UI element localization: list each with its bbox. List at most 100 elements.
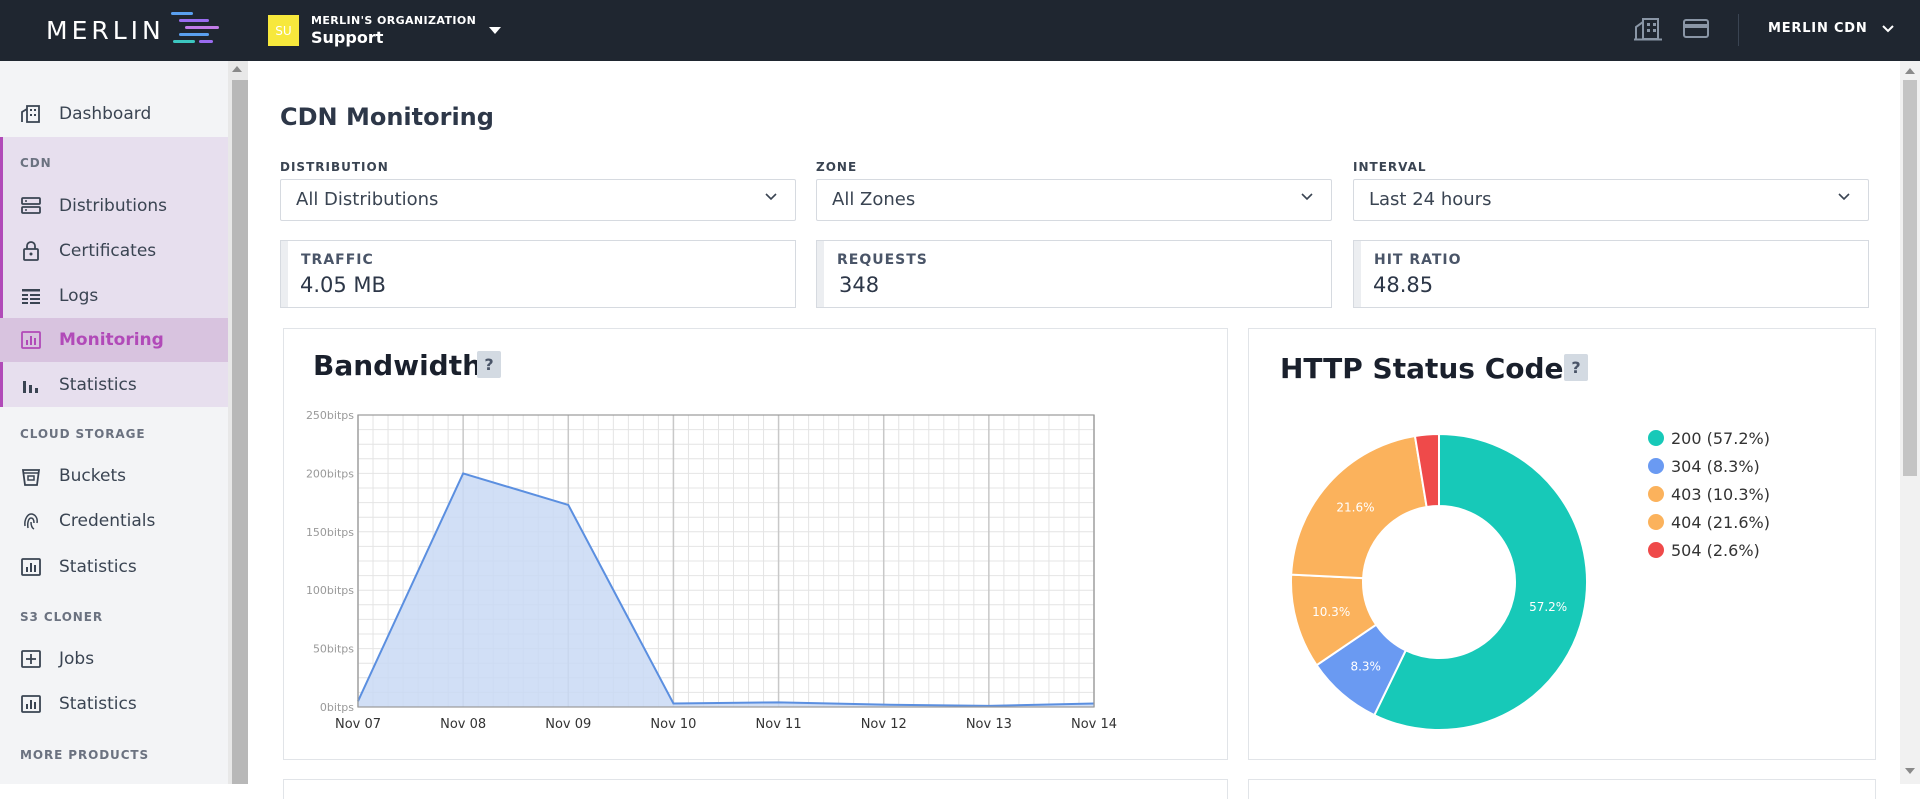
org-title: MERLIN'S ORGANIZATION bbox=[311, 14, 477, 27]
sidebar-item-buckets[interactable]: Buckets bbox=[0, 454, 228, 498]
chevron-down-icon bbox=[1838, 193, 1850, 201]
slice-label: 10.3% bbox=[1312, 605, 1350, 619]
sidebar-item-label: Jobs bbox=[59, 649, 95, 669]
lock-icon bbox=[23, 241, 39, 261]
slice-label: 57.2% bbox=[1529, 600, 1567, 614]
credit-card-icon[interactable] bbox=[1682, 17, 1710, 41]
interval-select[interactable]: Last 24 hours bbox=[1353, 179, 1869, 221]
caret-down-icon bbox=[489, 26, 502, 34]
next-card bbox=[1248, 779, 1876, 799]
scroll-up-icon[interactable] bbox=[232, 66, 242, 72]
page-title: CDN Monitoring bbox=[280, 103, 494, 131]
scroll-down-icon[interactable] bbox=[1905, 768, 1915, 774]
sidebar-item-dashboard[interactable]: Dashboard bbox=[0, 92, 228, 136]
traffic-stat: TRAFFIC 4.05 MB bbox=[280, 240, 796, 308]
legend-item[interactable]: 403 (10.3%) bbox=[1648, 480, 1770, 508]
sidebar-item-cdn-statistics[interactable]: Statistics bbox=[0, 363, 228, 407]
http-status-help-icon[interactable]: ? bbox=[1564, 354, 1588, 381]
y-tick-label: 100bitps bbox=[306, 584, 354, 597]
account-menu[interactable]: MERLIN CDN bbox=[1768, 21, 1894, 36]
bandwidth-card: Bandwidth ? 0bitps 50bitps 100bitps 150bitp… bbox=[283, 328, 1228, 760]
sidebar-item-label: Credentials bbox=[59, 511, 156, 531]
section-label-more-products: MORE PRODUCTS bbox=[20, 748, 150, 762]
sidebar-item-monitoring[interactable]: Monitoring bbox=[0, 318, 228, 362]
fingerprint-icon bbox=[24, 513, 38, 530]
bucket-icon bbox=[21, 469, 41, 486]
account-name: MERLIN CDN bbox=[1768, 21, 1868, 36]
sidebar-item-label: Dashboard bbox=[59, 104, 152, 124]
sidebar-item-label: Distributions bbox=[59, 196, 168, 216]
y-tick-label: 150bitps bbox=[306, 526, 354, 539]
building-icon[interactable] bbox=[1634, 17, 1662, 41]
bandwidth-title: Bandwidth bbox=[313, 349, 483, 382]
zone-select-value: All Zones bbox=[832, 189, 916, 210]
legend-item[interactable]: 304 (8.3%) bbox=[1648, 452, 1770, 480]
bandwidth-help-icon[interactable]: ? bbox=[477, 351, 501, 378]
sidebar: Dashboard CDN Distributions Certificates… bbox=[0, 61, 228, 784]
stat-accent-bar bbox=[1354, 241, 1361, 307]
sidebar-scrollbar-thumb[interactable] bbox=[232, 80, 248, 784]
sidebar-item-label: Certificates bbox=[59, 241, 157, 261]
legend-item[interactable]: 200 (57.2%) bbox=[1648, 424, 1770, 452]
sidebar-item-cloner-statistics[interactable]: Statistics bbox=[0, 682, 228, 726]
logo-text: MERLIN bbox=[46, 15, 165, 45]
chart-box-icon bbox=[21, 558, 41, 576]
zone-select[interactable]: All Zones bbox=[816, 179, 1332, 221]
http-status-chart: 57.2% 8.3% 10.3% 21.6% bbox=[1290, 432, 1588, 731]
legend-label: 200 (57.2%) bbox=[1671, 428, 1770, 448]
slice-label: 21.6% bbox=[1336, 500, 1374, 514]
legend-label: 403 (10.3%) bbox=[1671, 484, 1770, 504]
hit-ratio-label: HIT RATIO bbox=[1374, 252, 1462, 268]
chevron-down-icon bbox=[1301, 193, 1313, 201]
sidebar-item-certificates[interactable]: Certificates bbox=[0, 229, 228, 273]
merlin-logo[interactable]: MERLIN bbox=[46, 10, 221, 50]
monitoring-icon bbox=[21, 331, 41, 349]
sidebar-item-label: Statistics bbox=[59, 375, 137, 395]
distribution-label: DISTRIBUTION bbox=[280, 160, 389, 174]
y-tick-label: 200bitps bbox=[306, 467, 354, 480]
sidebar-item-jobs[interactable]: Jobs bbox=[0, 637, 228, 681]
logo-mark-icon bbox=[170, 12, 219, 43]
legend-swatch bbox=[1648, 430, 1664, 446]
sidebar-item-label: Logs bbox=[59, 286, 99, 306]
sidebar-item-label: Statistics bbox=[59, 694, 137, 714]
requests-stat: REQUESTS 348 bbox=[816, 240, 1332, 308]
legend-item[interactable]: 504 (2.6%) bbox=[1648, 536, 1770, 564]
x-tick-label: Nov 11 bbox=[756, 717, 802, 732]
requests-label: REQUESTS bbox=[837, 252, 928, 268]
legend-label: 404 (21.6%) bbox=[1671, 512, 1770, 532]
sidebar-item-storage-statistics[interactable]: Statistics bbox=[0, 545, 228, 589]
chevron-down-icon bbox=[1881, 24, 1894, 32]
http-status-title: HTTP Status Codes bbox=[1280, 352, 1581, 385]
sidebar-item-logs[interactable]: Logs bbox=[0, 274, 228, 318]
scroll-up-icon[interactable] bbox=[1905, 68, 1915, 74]
section-label-s3-cloner: S3 CLONER bbox=[20, 610, 103, 624]
section-label-cloud-storage: CLOUD STORAGE bbox=[20, 427, 146, 441]
distribution-select-value: All Distributions bbox=[296, 189, 439, 210]
page-scrollbar-thumb[interactable] bbox=[1903, 80, 1917, 476]
hit-ratio-value: 48.85 bbox=[1373, 273, 1434, 297]
sidebar-item-distributions[interactable]: Distributions bbox=[0, 184, 228, 228]
zone-label: ZONE bbox=[816, 160, 858, 174]
organization-switcher[interactable]: SU MERLIN'S ORGANIZATION Support bbox=[268, 14, 502, 47]
sidebar-item-credentials[interactable]: Credentials bbox=[0, 499, 228, 543]
x-tick-label: Nov 13 bbox=[966, 717, 1012, 732]
bar-chart-icon bbox=[23, 381, 38, 393]
stat-accent-bar bbox=[817, 241, 824, 307]
bandwidth-chart: 0bitps 50bitps 100bitps 150bitps 200bitps 250… bbox=[306, 409, 1117, 732]
traffic-value: 4.05 MB bbox=[300, 273, 386, 297]
http-status-legend: 200 (57.2%) 304 (8.3%) 403 (10.3%) 404 (21.… bbox=[1648, 424, 1770, 564]
chart-box-icon bbox=[21, 695, 41, 713]
logs-icon bbox=[22, 289, 40, 304]
x-tick-label: Nov 07 bbox=[335, 717, 381, 732]
x-tick-label: Nov 10 bbox=[650, 717, 696, 732]
http-status-card: HTTP Status Codes ? 57.2% 8.3% 10.3% 21.6% bbox=[1248, 328, 1876, 760]
x-tick-label: Nov 08 bbox=[440, 717, 486, 732]
interval-select-value: Last 24 hours bbox=[1369, 189, 1492, 210]
stat-accent-bar bbox=[281, 241, 288, 307]
sidebar-item-label: Statistics bbox=[59, 557, 137, 577]
org-avatar: SU bbox=[268, 15, 299, 46]
distribution-select[interactable]: All Distributions bbox=[280, 179, 796, 221]
legend-item[interactable]: 404 (21.6%) bbox=[1648, 508, 1770, 536]
next-card bbox=[283, 779, 1228, 799]
